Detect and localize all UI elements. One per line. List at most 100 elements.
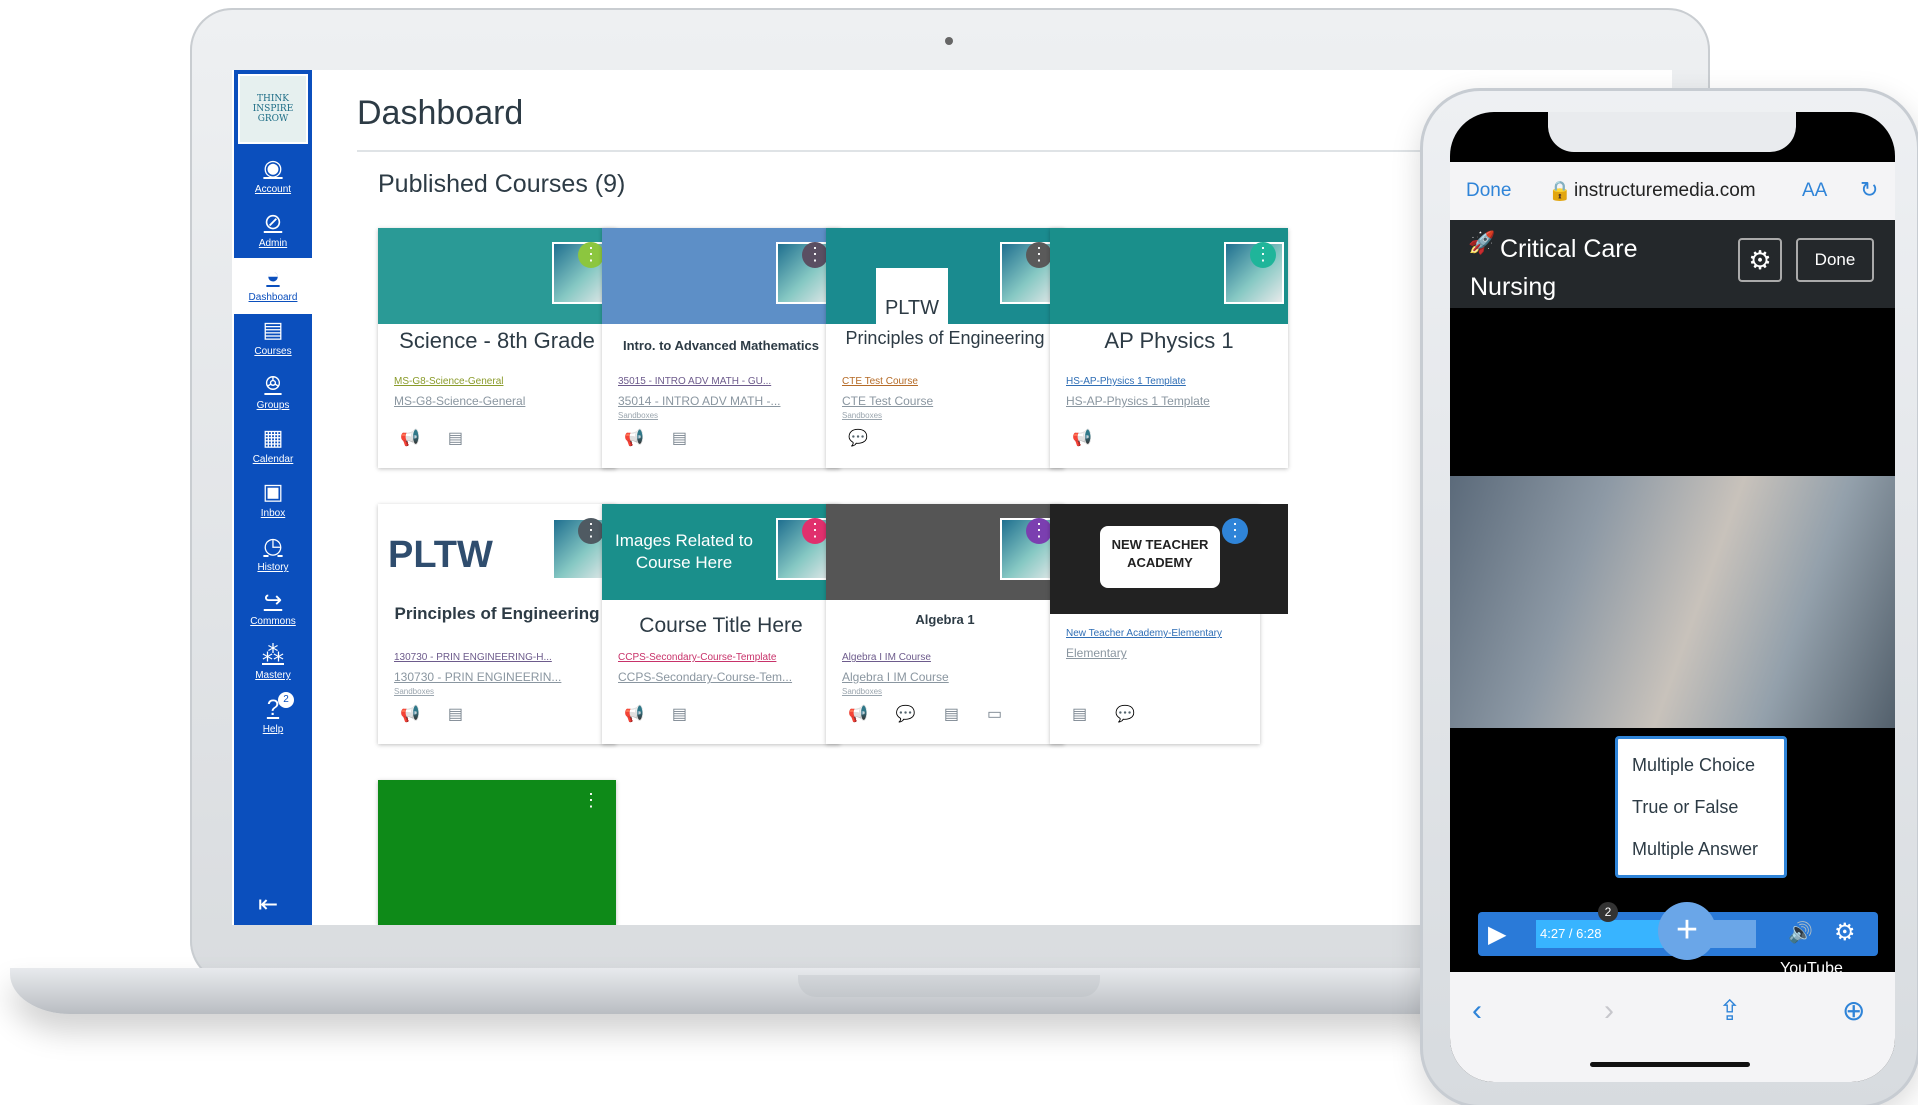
nav-label: Courses [254,346,292,357]
inbox-icon: ▣ [262,479,284,504]
course-code-link[interactable]: CCPS-Secondary-Course-Template [618,652,833,663]
course-card[interactable]: Images Related to Course Here ⋮ Course T… [602,504,840,744]
course-name-link[interactable]: MS-G8-Science-General [394,394,609,408]
nav-admin[interactable]: ⊘ Admin [234,204,312,260]
course-name-link[interactable]: 130730 - PRIN ENGINEERIN... [394,670,609,684]
card-options-button[interactable]: ⋮ [1250,242,1276,268]
discussions-icon[interactable]: 💬 [1115,704,1135,724]
card-actions: 📢 ▤ [624,428,687,448]
nav-groups[interactable]: ꔮ Groups [234,366,312,422]
laptop-camera [945,37,953,45]
course-code-link[interactable]: 130730 - PRIN ENGINEERING-H... [394,652,609,663]
card-options-button[interactable]: ⋮ [578,518,604,544]
url-display[interactable]: instructuremedia.com [1574,180,1756,202]
announcements-icon[interactable]: 📢 [400,428,420,448]
course-name-link[interactable]: CTE Test Course [842,394,1057,408]
media-title: Critical Care Nursing [1470,235,1638,301]
add-question-button[interactable]: + [1658,902,1716,960]
reload-icon[interactable]: ↻ [1860,177,1878,203]
card-options-button[interactable]: ⋮ [802,518,828,544]
video-frame[interactable] [1450,476,1895,728]
course-title[interactable]: Course Title Here [610,614,832,638]
volume-icon[interactable]: 🔊 [1788,920,1813,945]
course-card[interactable]: ⋮ [378,780,616,925]
course-title[interactable]: Principles of Engineering [834,328,1056,349]
published-courses-heading: Published Courses (9) [378,170,626,198]
media-done-button[interactable]: Done [1796,238,1874,282]
assignments-icon[interactable]: ▤ [448,704,463,724]
text-size-button[interactable]: AA [1802,180,1827,202]
course-name-link[interactable]: Elementary [1066,646,1281,660]
course-card[interactable]: PLTW ⋮ Principles of Engineering CTE Tes… [826,228,1064,468]
announcements-icon[interactable]: 📢 [1072,428,1092,448]
course-name-link[interactable]: HS-AP-Physics 1 Template [1066,394,1281,408]
card-options-button[interactable]: ⋮ [1026,518,1052,544]
nav-label: Calendar [252,454,294,465]
card-options-button[interactable]: ⋮ [1026,242,1052,268]
announcements-icon[interactable]: 📢 [400,704,420,724]
card-options-button[interactable]: ⋮ [578,242,604,268]
settings-button[interactable]: ⚙ [1738,238,1782,282]
collapse-nav-icon[interactable]: ⇤ [258,890,278,919]
logo-text: THINK INSPIRE GROW [252,94,294,124]
assignments-icon[interactable]: ▤ [672,704,687,724]
course-code-link[interactable]: CTE Test Course [842,376,1057,387]
nav-calendar[interactable]: ▦ Calendar [234,420,312,476]
course-card[interactable]: ⋮ Intro. to Advanced Mathematics 35015 -… [602,228,840,468]
announcements-icon[interactable]: 📢 [624,428,644,448]
course-title[interactable]: AP Physics 1 [1058,328,1280,354]
course-title[interactable]: Principles of Engineering [386,604,608,624]
course-card[interactable]: ⋮ Science - 8th Grade MS-G8-Science-Gene… [378,228,616,468]
announcements-icon[interactable]: 📢 [848,704,868,724]
course-title[interactable]: Science - 8th Grade [386,328,608,354]
course-name-link[interactable]: 35014 - INTRO ADV MATH -... [618,394,833,408]
assignments-icon[interactable]: ▤ [1072,704,1087,724]
nav-account[interactable]: ◉ Account [234,150,312,206]
courses-icon: ▤ [262,317,284,342]
player-settings-icon[interactable]: ⚙ [1834,918,1856,947]
course-card[interactable]: ⋮ Algebra 1 Algebra I IM Course Algebra … [826,504,1064,744]
discussions-icon[interactable]: 💬 [896,704,916,724]
menu-item-multiple-choice[interactable]: Multiple Choice [1632,755,1755,776]
institution-logo[interactable]: THINK INSPIRE GROW [238,74,308,144]
nav-courses[interactable]: ▤ Courses [234,312,312,368]
course-title[interactable]: Algebra 1 [834,612,1056,627]
back-icon[interactable]: ‹ [1472,994,1482,1028]
assignments-icon[interactable]: ▤ [672,428,687,448]
nav-mastery[interactable]: ⁂ Mastery [234,636,312,692]
nav-inbox[interactable]: ▣ Inbox [234,474,312,530]
course-code-link[interactable]: Algebra I IM Course [842,652,1057,663]
nav-help[interactable]: ? Help 2 [234,690,312,746]
lock-icon: 🔒 [1548,181,1572,202]
course-code-link[interactable]: 35015 - INTRO ADV MATH - GU... [618,376,833,387]
discussions-icon[interactable]: 💬 [848,428,868,448]
play-icon[interactable]: ▶ [1488,920,1506,949]
card-options-button[interactable]: ⋮ [1222,518,1248,544]
course-title[interactable]: Intro. to Advanced Mathematics [610,338,832,353]
assignments-icon[interactable]: ▤ [448,428,463,448]
safari-bottom-bar: ‹ › ⇪ ⊕ [1450,972,1895,1082]
announcements-icon[interactable]: 📢 [624,704,644,724]
course-name-link[interactable]: Algebra I IM Course [842,670,1057,684]
course-card[interactable]: ⋮ AP Physics 1 HS-AP-Physics 1 Template … [1050,228,1288,468]
mastery-icon: ⁂ [262,641,284,666]
nav-dashboard[interactable]: ◒ Dashboard [234,258,312,314]
course-card[interactable]: PLTW ⋮ Principles of Engineering 130730 … [378,504,616,744]
compass-icon[interactable]: ⊕ [1842,994,1865,1027]
course-code-link[interactable]: MS-G8-Science-General [394,376,609,387]
course-card[interactable]: NEW TEACHER ACADEMY ⋮ New Teacher Academ… [1050,504,1288,744]
nav-history[interactable]: ◷ History [234,528,312,584]
card-options-button[interactable]: ⋮ [578,788,604,814]
assignments-icon[interactable]: ▤ [944,704,959,724]
menu-item-multiple-answer[interactable]: Multiple Answer [1632,839,1758,860]
share-icon[interactable]: ⇪ [1718,994,1741,1027]
menu-item-true-false[interactable]: True or False [1632,797,1738,818]
safari-done-button[interactable]: Done [1466,180,1511,202]
course-code-link[interactable]: New Teacher Academy-Elementary [1066,628,1281,639]
files-icon[interactable]: ▭ [987,704,1002,724]
forward-icon[interactable]: › [1604,994,1614,1028]
card-options-button[interactable]: ⋮ [802,242,828,268]
course-code-link[interactable]: HS-AP-Physics 1 Template [1066,376,1281,387]
course-name-link[interactable]: CCPS-Secondary-Course-Tem... [618,670,833,684]
nav-commons[interactable]: ↪ Commons [234,582,312,638]
